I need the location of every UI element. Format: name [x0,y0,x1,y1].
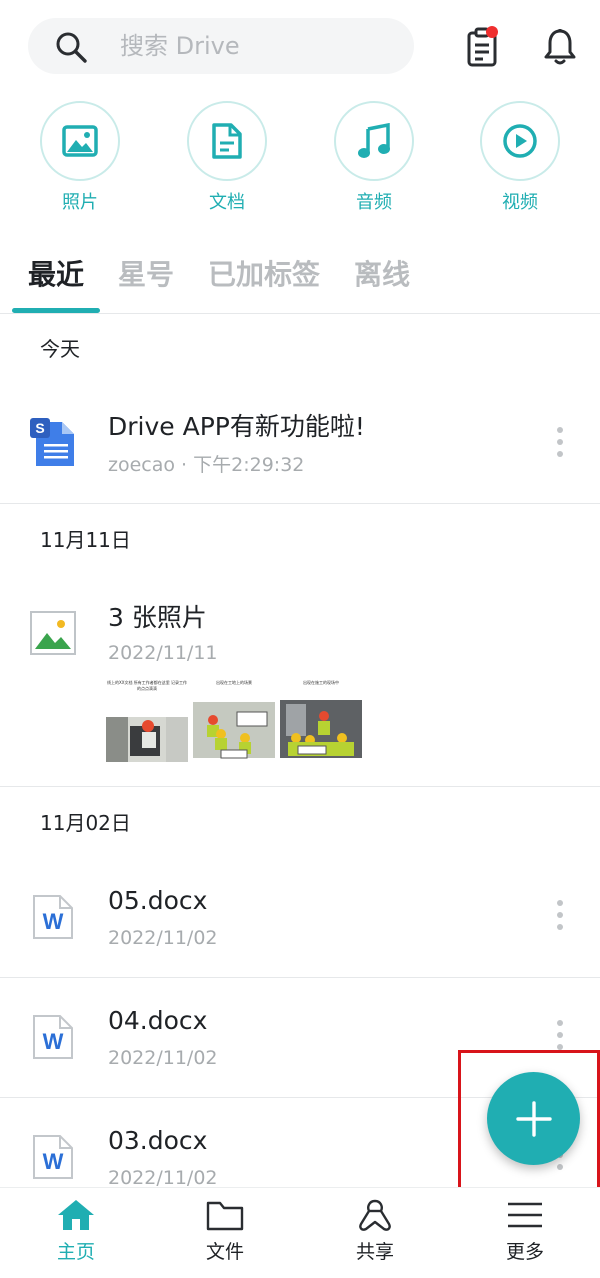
word-doc-icon: W [33,1015,73,1059]
tab-bar: 最近 星号 已加标签 离线 [0,252,600,314]
section-header-nov-11: 11月11日 [40,528,131,552]
photo-thumbnail-image [106,717,188,762]
item-meta: 2022/11/11 [108,642,218,664]
plus-icon [515,1100,552,1137]
bell-icon [544,29,576,65]
category-photos[interactable]: 照片 [38,101,122,214]
word-doc-icon: W [33,1135,73,1179]
item-meta: zoecao · 下午2:29:32 [108,454,305,476]
category-label: 音频 [356,192,392,213]
bottom-nav: 主页 文件 共享 更多 [0,1187,600,1278]
more-dots-icon [557,1020,563,1026]
nav-label: 更多 [505,1241,544,1263]
nav-label: 共享 [355,1241,394,1263]
nav-files[interactable]: 文件 [175,1198,275,1264]
category-video-circle [480,101,560,181]
divider [0,786,600,787]
photo-thumbnail[interactable]: 出现在工地上的场景 [193,680,275,762]
section-header-nov-02: 11月02日 [40,811,131,835]
home-icon [58,1200,94,1230]
divider [0,503,600,504]
photo-thumbnail[interactable]: 线上的XX文档 所有工作者都在这里 记录工作的点点滴滴 [106,680,188,762]
tab-offline[interactable]: 离线 [354,258,410,292]
image-file-icon [30,611,76,655]
folder-icon [206,1201,244,1231]
nav-label: 文件 [205,1241,244,1263]
word-doc-icon: W [33,895,73,939]
category-label: 视频 [502,192,538,213]
more-dots-icon [557,924,563,930]
category-audio-circle [334,101,414,181]
category-label: 照片 [62,192,98,213]
section-header-today: 今天 [40,337,80,361]
item-meta: 2022/11/02 [108,1047,218,1069]
photo-thumbnail-image [193,702,275,759]
tab-tagged[interactable]: 已加标签 [208,258,320,292]
more-options-button[interactable] [555,900,565,936]
item-title: Drive APP有新功能啦! [108,412,365,441]
photo-thumbnail-image [280,700,362,758]
more-dots-icon [557,451,563,457]
nav-more[interactable]: 更多 [475,1198,575,1264]
tab-recent[interactable]: 最近 [28,258,84,292]
slides-doc-icon: S [30,418,74,466]
item-meta: 2022/11/02 [108,927,218,949]
search-bar[interactable]: 搜索 Drive [28,18,414,74]
tab-indicator [12,308,100,313]
share-icon [359,1199,391,1231]
add-button[interactable] [487,1072,580,1165]
search-placeholder: 搜索 Drive [120,32,240,60]
search-icon [56,32,87,63]
document-icon [212,123,242,159]
menu-icon [508,1202,542,1228]
more-options-button[interactable] [555,427,565,463]
play-icon [503,124,537,158]
divider [0,977,600,978]
image-icon [62,125,98,157]
more-dots-icon [557,427,563,433]
more-dots-icon [557,900,563,906]
notification-dot [486,26,498,38]
more-dots-icon [557,1032,563,1038]
item-title: 04.docx [108,1006,208,1035]
category-documents-circle [187,101,267,181]
nav-home[interactable]: 主页 [26,1198,126,1264]
nav-label: 主页 [56,1241,95,1263]
music-icon [358,123,390,158]
category-photos-circle [40,101,120,181]
svg-text:W: W [43,1029,64,1054]
svg-text:W: W [43,1149,64,1174]
more-dots-icon [557,912,563,918]
item-title: 3 张照片 [108,603,207,632]
category-video[interactable]: 视频 [478,101,562,214]
category-documents[interactable]: 文档 [185,101,269,214]
svg-text:S: S [35,420,44,436]
category-label: 文档 [209,192,245,213]
nav-shared[interactable]: 共享 [325,1198,425,1264]
item-title: 03.docx [108,1126,208,1155]
list-item[interactable]: S Drive APP有新功能啦! zoecao · 下午2:29:32 [0,390,600,503]
item-title: 05.docx [108,886,208,915]
tab-starred[interactable]: 星号 [118,258,174,292]
svg-text:W: W [43,909,64,934]
photo-thumbnail[interactable]: 出现在施工的现场中 [280,680,362,762]
list-item[interactable]: W 05.docx 2022/11/02 [0,860,600,976]
task-list-button[interactable] [460,24,504,70]
category-audio[interactable]: 音频 [332,101,416,214]
more-dots-icon [557,439,563,445]
notifications-button[interactable] [538,24,582,70]
